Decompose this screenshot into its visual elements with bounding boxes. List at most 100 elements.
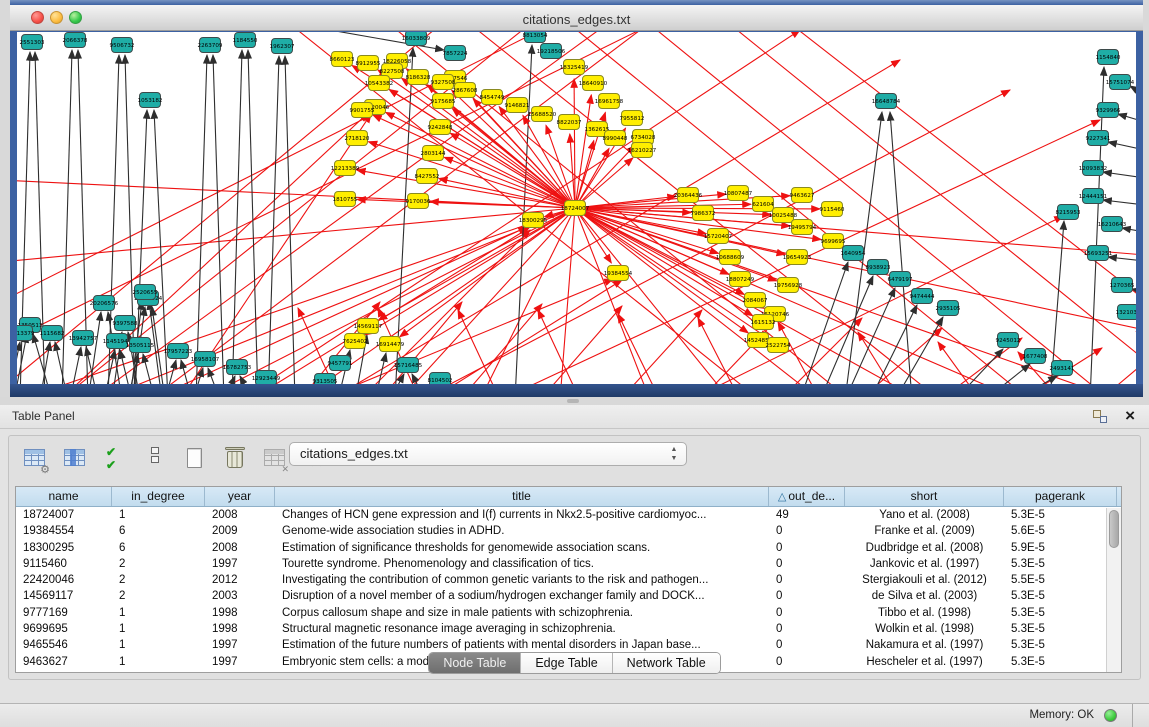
table-selector-dropdown[interactable]: citations_edges.txt ▲▼	[289, 442, 687, 466]
float-panel-icon[interactable]	[1093, 410, 1107, 423]
graph-node[interactable]: 8990448	[603, 131, 628, 146]
column-header-title[interactable]: title	[275, 487, 769, 506]
graph-node[interactable]: 9245012	[996, 333, 1021, 348]
graph-node[interactable]: 8104502	[428, 373, 453, 385]
graph-node[interactable]: 18300295	[519, 213, 548, 228]
graph-node[interactable]: 2718120	[345, 131, 370, 146]
graph-node[interactable]: 10543382	[365, 76, 393, 91]
scrollbar-thumb[interactable]	[1109, 510, 1119, 548]
column-visibility-icon[interactable]	[62, 445, 88, 473]
graph-node[interactable]: 9699695	[821, 234, 846, 249]
tab-network-table[interactable]: Network Table	[613, 653, 720, 673]
column-header-out_de[interactable]: △out_de...	[769, 487, 845, 506]
graph-node[interactable]: 17957223	[164, 344, 193, 359]
graph-node[interactable]: 14569117	[354, 319, 383, 334]
graph-node[interactable]: 7625402	[343, 334, 368, 349]
graph-node[interactable]: 20364436	[674, 188, 703, 203]
graph-node[interactable]: 9170036	[406, 194, 431, 209]
table-row[interactable]: 1938455462009Genome-wide association stu…	[16, 523, 1121, 539]
graph-node[interactable]: 8813054	[523, 32, 548, 43]
graph-node[interactable]: 8186328	[406, 70, 431, 85]
column-header-in_degree[interactable]: in_degree	[112, 487, 205, 506]
graph-node[interactable]: 1154840	[1096, 50, 1121, 65]
table-row[interactable]: 911546021997Tourette syndrome. Phenomeno…	[16, 556, 1121, 572]
graph-node[interactable]: 18724007	[561, 201, 590, 216]
graph-node[interactable]: 2084067	[743, 293, 768, 308]
graph-node[interactable]: 8427552	[415, 169, 440, 184]
graph-node[interactable]: 20206576	[90, 296, 119, 311]
row-height-icon[interactable]	[142, 445, 168, 473]
graph-node[interactable]: 8660123	[330, 52, 355, 67]
column-header-pagerank[interactable]: pagerank	[1004, 487, 1117, 506]
graph-node[interactable]: 10807487	[724, 186, 753, 201]
graph-node[interactable]: 16961758	[595, 94, 624, 109]
graph-node[interactable]: 19654923	[783, 250, 812, 265]
panel-splitter[interactable]	[0, 397, 1149, 405]
graph-node[interactable]: 16958107	[191, 352, 220, 367]
vertical-scrollbar[interactable]	[1106, 508, 1121, 672]
table-row[interactable]: 1456911722003Disruption of a novel membe…	[16, 588, 1121, 604]
graph-node[interactable]: 16782753	[223, 360, 252, 375]
graph-node[interactable]: 15751074	[1106, 75, 1135, 90]
graph-node[interactable]: 9175685	[431, 94, 456, 109]
graph-node[interactable]: 18325419	[560, 60, 589, 75]
graph-node[interactable]: 10688609	[716, 250, 745, 265]
graph-node[interactable]: 16210643	[1098, 217, 1127, 232]
delete-column-icon[interactable]: ✕	[262, 445, 288, 473]
memory-ok-indicator-icon[interactable]	[1104, 709, 1117, 722]
table-row[interactable]: 2242004622012Investigating the contribut…	[16, 572, 1121, 588]
graph-node[interactable]: 1053182	[138, 93, 163, 108]
table-row[interactable]: 969969511998Structural magnetic resonanc…	[16, 621, 1121, 637]
graph-node[interactable]: 9146821	[505, 98, 530, 113]
graph-node[interactable]: 8822037	[557, 115, 582, 130]
graph-node[interactable]: 9901755	[350, 103, 375, 118]
graph-node[interactable]: 19218506	[537, 44, 566, 59]
graph-node[interactable]: 9313505	[313, 374, 338, 385]
graph-node[interactable]: 9242848	[428, 120, 453, 135]
graph-node[interactable]: 621604	[752, 197, 774, 212]
graph-node[interactable]: 1184550	[233, 33, 258, 48]
graph-node[interactable]: 19756928	[774, 278, 803, 293]
graph-node[interactable]: 18640910	[579, 76, 608, 91]
graph-node[interactable]: 2867608	[453, 83, 478, 98]
graph-node[interactable]: 9115460	[820, 202, 845, 217]
graph-node[interactable]: 19495794	[788, 220, 817, 235]
graph-node[interactable]: 9463627	[790, 188, 815, 203]
network-canvas[interactable]: 1872400786601238912955182260588227508105…	[17, 32, 1136, 384]
graph-node[interactable]: 1640954	[841, 246, 866, 261]
graph-node[interactable]: 2493141	[1050, 361, 1075, 376]
table-row[interactable]: 1830029562008Estimation of significance …	[16, 540, 1121, 556]
graph-node[interactable]: 16033809	[402, 32, 431, 46]
graph-node[interactable]: 12093832	[1079, 161, 1107, 176]
graph-node[interactable]: 2066378	[63, 33, 88, 48]
delete-table-icon[interactable]	[222, 445, 248, 473]
graph-node[interactable]: 13505115	[126, 338, 155, 353]
graph-node[interactable]: 1615132	[751, 315, 776, 330]
graph-node[interactable]: 2551303	[20, 35, 45, 50]
graph-node[interactable]: 9397588	[113, 316, 138, 331]
graph-node[interactable]: 12213389	[331, 161, 360, 176]
graph-node[interactable]: 16648784	[872, 94, 901, 109]
graph-node[interactable]: 9329966	[1096, 103, 1121, 118]
graph-node[interactable]: 8938923	[866, 260, 891, 275]
graph-node[interactable]: 1810755	[333, 192, 358, 207]
graph-node[interactable]: 3913379	[17, 326, 35, 341]
graph-node[interactable]: 13942757	[69, 331, 98, 346]
graph-node[interactable]: 9474444	[910, 289, 935, 304]
column-header-short[interactable]: short	[845, 487, 1004, 506]
graph-node[interactable]: 15688520	[528, 107, 557, 122]
graph-node[interactable]: 1962307	[270, 39, 295, 54]
graph-node[interactable]: 15720407	[704, 229, 733, 244]
graph-node[interactable]: 2803144	[421, 146, 446, 161]
graph-node[interactable]: 8912955	[356, 56, 381, 71]
graph-node[interactable]: 2522754	[766, 338, 791, 353]
graph-node[interactable]: 19384554	[604, 266, 633, 281]
graph-node[interactable]: 9506732	[110, 38, 135, 53]
graph-node[interactable]: 9457791	[328, 356, 353, 371]
graph-node[interactable]: 12923449	[252, 371, 281, 385]
column-header-year[interactable]: year	[205, 487, 275, 506]
graph-node[interactable]: 12444151	[1079, 189, 1108, 204]
close-panel-icon[interactable]: ×	[1125, 406, 1135, 426]
graph-node[interactable]: 1321035	[1116, 305, 1136, 320]
graph-node[interactable]: 16914479	[376, 337, 405, 352]
